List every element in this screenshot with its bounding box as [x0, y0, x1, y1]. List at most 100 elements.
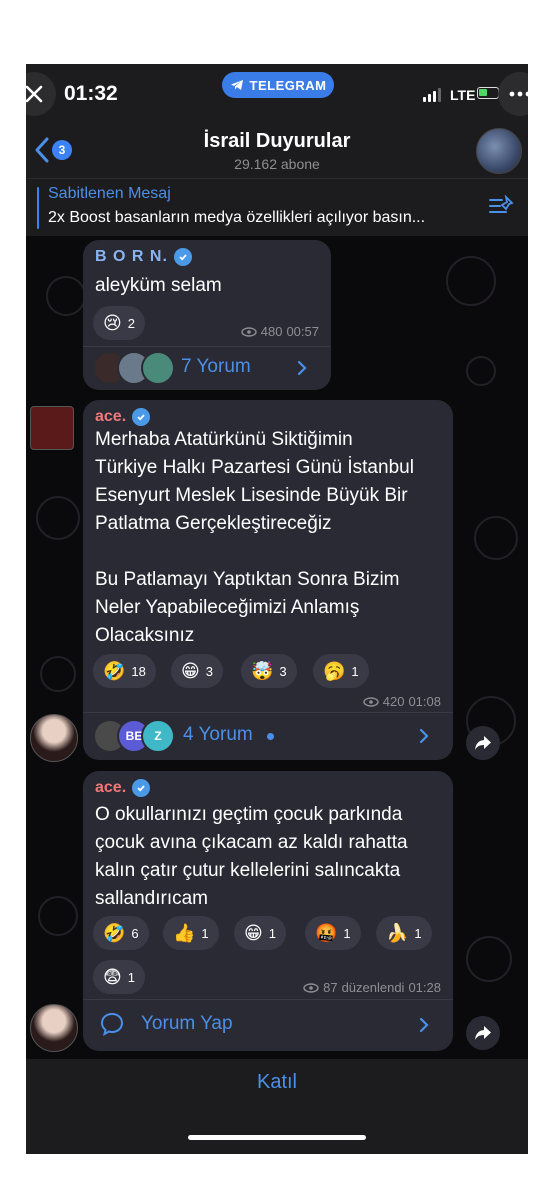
message-text: aleyküm selam: [95, 275, 222, 296]
message-list[interactable]: B O R N. aleyküm selam 😢 2 480 00:57 7 Y…: [26, 236, 528, 1059]
eye-icon: [303, 982, 319, 993]
clock: 01:32: [64, 82, 118, 105]
divider: [83, 999, 453, 1000]
message-author[interactable]: ace.: [95, 779, 151, 797]
verified-icon: [173, 248, 192, 266]
message-bubble[interactable]: ace. O okullarınızı geçtim çocuk parkınd…: [83, 771, 453, 1051]
wallpaper-doodle: [36, 496, 80, 540]
commenter-avatar: [141, 351, 175, 385]
reaction-chip[interactable]: 😁 3: [171, 654, 223, 688]
phone-screen: 01:32 TELEGRAM LTE 3 İsrail Duyurular 29…: [26, 64, 528, 1154]
share-icon: [475, 1026, 491, 1040]
message-author[interactable]: ace.: [95, 408, 151, 426]
leave-comment-button[interactable]: Yorum Yap: [93, 1001, 443, 1047]
reaction-chip[interactable]: 🤣 18: [93, 654, 156, 688]
reaction-emoji: 👍: [173, 923, 196, 943]
reaction-count: 1: [343, 925, 351, 941]
sender-avatar[interactable]: [30, 714, 78, 762]
reaction-chip[interactable]: 🤯 3: [241, 654, 297, 688]
view-count: 480: [260, 324, 283, 339]
reaction-emoji: 😨: [103, 967, 122, 987]
reaction-count: 3: [205, 663, 213, 679]
comment-icon: [100, 1012, 124, 1036]
reaction-emoji: 🤣: [103, 661, 126, 681]
eye-icon: [241, 326, 257, 337]
reaction-count: 1: [201, 925, 209, 941]
wallpaper-doodle: [474, 516, 518, 560]
reaction-chip[interactable]: 🤬 1: [305, 916, 361, 950]
message-meta: 420 01:08: [363, 694, 441, 709]
signal-icon: [423, 88, 441, 102]
pinned-title: Sabitlenen Mesaj: [48, 185, 171, 202]
author-name: ace.: [95, 408, 127, 425]
comment-count: 7 Yorum: [181, 356, 251, 377]
telegram-pill-label: TELEGRAM: [249, 77, 327, 93]
message-time: 00:57: [286, 324, 319, 339]
reaction-count: 18: [131, 663, 146, 679]
comments-button[interactable]: BE Z 4 Yorum: [93, 714, 443, 758]
telegram-pill[interactable]: TELEGRAM: [222, 72, 334, 98]
divider: [83, 712, 453, 713]
reaction-emoji: 🤬: [315, 923, 338, 943]
more-icon: [509, 91, 528, 97]
wallpaper-doodle: [446, 256, 496, 306]
reaction-chip[interactable]: 😨 1: [93, 960, 145, 994]
reaction-emoji: 😁: [181, 661, 200, 681]
verified-icon: [132, 779, 151, 797]
pinned-indicator: [37, 187, 39, 229]
chevron-right-icon: [297, 360, 307, 376]
new-comment-dot: [267, 733, 274, 740]
pinned-text: 2x Boost basanların medya özellikleri aç…: [48, 209, 426, 226]
divider: [83, 346, 331, 347]
reaction-count: 6: [131, 925, 139, 941]
eye-icon: [363, 696, 379, 707]
sender-avatar[interactable]: [30, 1004, 78, 1052]
reaction-chip[interactable]: 👍 1: [163, 916, 219, 950]
message-time: 01:28: [408, 980, 441, 995]
share-button[interactable]: [466, 1016, 500, 1050]
pin-list-icon[interactable]: [488, 195, 514, 217]
view-count: 87: [323, 980, 338, 995]
reaction-emoji: 😢: [103, 313, 122, 333]
reaction-chip[interactable]: 🍌 1: [376, 916, 432, 950]
pinned-message-bar[interactable]: Sabitlenen Mesaj 2x Boost basanların med…: [26, 178, 528, 236]
leave-comment-label: Yorum Yap: [141, 1013, 233, 1034]
reaction-count: 3: [279, 663, 287, 679]
message-author[interactable]: B O R N.: [95, 248, 192, 266]
join-button[interactable]: Katıl: [26, 1071, 528, 1094]
chevron-right-icon: [419, 1017, 429, 1033]
avatar[interactable]: [30, 406, 74, 450]
edited-label: düzenlendi: [341, 980, 405, 995]
subscriber-count: 29.162 abone: [234, 156, 320, 172]
comment-count: 4 Yorum: [183, 724, 253, 745]
telegram-icon: [230, 80, 243, 90]
message-bubble[interactable]: ace. Merhaba Atatürkünü Siktiğimin Türki…: [83, 400, 453, 760]
reaction-chip[interactable]: 😢 2: [93, 306, 145, 340]
author-name: ace.: [95, 779, 127, 796]
share-button[interactable]: [466, 726, 500, 760]
network-type: LTE: [450, 87, 476, 103]
reaction-chip[interactable]: 🤣 6: [93, 916, 149, 950]
wallpaper-doodle: [38, 896, 78, 936]
reaction-count: 1: [351, 663, 359, 679]
bottom-bar: Katıl: [26, 1059, 528, 1154]
close-button[interactable]: [26, 72, 56, 116]
wallpaper-doodle: [46, 276, 86, 316]
more-button[interactable]: [498, 72, 528, 116]
reaction-chip[interactable]: 😁 1: [234, 916, 286, 950]
channel-avatar[interactable]: [476, 128, 522, 174]
reaction-emoji: 🤣: [103, 923, 126, 943]
chat-header: 3 İsrail Duyurular 29.162 abone: [26, 126, 528, 178]
reaction-chip[interactable]: 🥱 1: [313, 654, 369, 688]
home-indicator[interactable]: [188, 1135, 366, 1140]
reaction-count: 1: [127, 969, 135, 985]
reaction-count: 1: [268, 925, 276, 941]
commenter-avatar: Z: [141, 719, 175, 753]
message-bubble[interactable]: B O R N. aleyküm selam 😢 2 480 00:57 7 Y…: [83, 240, 331, 390]
reaction-emoji: 🥱: [323, 661, 346, 681]
close-icon: [26, 85, 43, 103]
message-time: 01:08: [408, 694, 441, 709]
channel-title[interactable]: İsrail Duyurular: [26, 130, 528, 153]
share-icon: [475, 736, 491, 750]
comments-button[interactable]: 7 Yorum: [93, 348, 321, 388]
